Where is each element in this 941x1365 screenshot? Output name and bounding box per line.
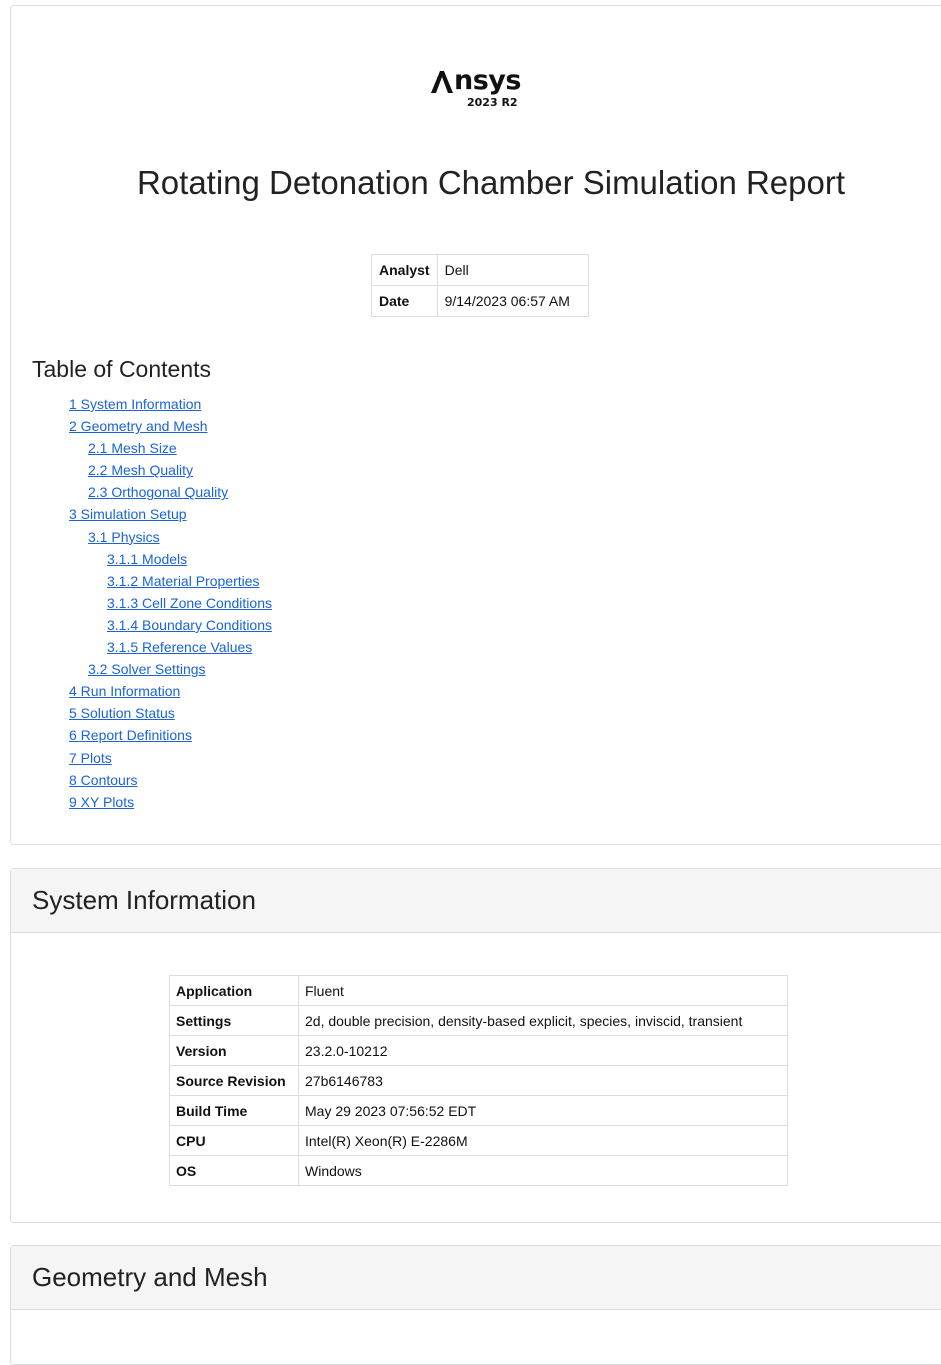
row-label: Version bbox=[169, 1035, 299, 1066]
table-row: Settings 2d, double precision, density-ba… bbox=[169, 1005, 788, 1036]
row-value: 2d, double precision, density-based expl… bbox=[298, 1005, 788, 1036]
table-row: CPU Intel(R) Xeon(R) E-2286M bbox=[169, 1125, 788, 1156]
toc-link[interactable]: 3.2 Solver Settings bbox=[69, 658, 272, 680]
row-label: Settings bbox=[169, 1005, 299, 1036]
ansys-logo: nsys 2023 R2 bbox=[431, 65, 541, 109]
toc-link[interactable]: 4 Run Information bbox=[69, 680, 272, 702]
table-row: Build Time May 29 2023 07:56:52 EDT bbox=[169, 1095, 788, 1126]
toc-link[interactable]: 3.1.2 Material Properties bbox=[69, 570, 272, 592]
ansys-a-glyph-icon bbox=[431, 71, 453, 93]
toc-link[interactable]: 3 Simulation Setup bbox=[69, 503, 272, 525]
row-value: 23.2.0-10212 bbox=[298, 1035, 788, 1066]
table-row: Source Revision 27b6146783 bbox=[169, 1065, 788, 1096]
row-label: Application bbox=[169, 975, 299, 1006]
report-title: Rotating Detonation Chamber Simulation R… bbox=[136, 164, 846, 201]
system-info-table: Application Fluent Settings 2d, double prec… bbox=[169, 975, 788, 1186]
toc-link[interactable]: 2 Geometry and Mesh bbox=[69, 415, 272, 437]
table-row: OS Windows bbox=[169, 1155, 788, 1186]
report-meta-table: Analyst Dell Date 9/14/2023 06:57 AM bbox=[371, 254, 589, 317]
row-value: 27b6146783 bbox=[298, 1065, 788, 1096]
toc-link[interactable]: 3.1.5 Reference Values bbox=[69, 636, 272, 658]
row-label: Source Revision bbox=[169, 1065, 299, 1096]
toc-link[interactable]: 6 Report Definitions bbox=[69, 724, 272, 746]
report-header-panel: nsys 2023 R2 Rotating Detonation Chamber… bbox=[10, 5, 941, 845]
row-value: Intel(R) Xeon(R) E-2286M bbox=[298, 1125, 788, 1156]
row-value: May 29 2023 07:56:52 EDT bbox=[298, 1095, 788, 1126]
toc-link[interactable]: 5 Solution Status bbox=[69, 702, 272, 724]
system-information-panel: System Information Application Fluent Sett… bbox=[10, 868, 941, 1223]
logo-brand-text: nsys bbox=[454, 65, 521, 96]
table-row: Version 23.2.0-10212 bbox=[169, 1035, 788, 1066]
toc-link[interactable]: 2.1 Mesh Size bbox=[69, 437, 272, 459]
row-value: Windows bbox=[298, 1155, 788, 1186]
row-label: CPU bbox=[169, 1125, 299, 1156]
meta-row: Analyst Dell bbox=[371, 254, 589, 286]
meta-label: Date bbox=[371, 285, 438, 317]
row-label: Build Time bbox=[169, 1095, 299, 1126]
table-row: Application Fluent bbox=[169, 975, 788, 1006]
row-label: OS bbox=[169, 1155, 299, 1186]
toc-link[interactable]: 1 System Information bbox=[69, 393, 272, 415]
table-of-contents: 1 System Information 2 Geometry and Mesh 2… bbox=[69, 393, 272, 813]
toc-title: Table of Contents bbox=[32, 356, 212, 382]
meta-value: Dell bbox=[436, 254, 589, 286]
section-heading: System Information bbox=[11, 869, 941, 933]
meta-label: Analyst bbox=[371, 254, 438, 286]
toc-link[interactable]: 3.1 Physics bbox=[69, 526, 272, 548]
meta-value: 9/14/2023 06:57 AM bbox=[436, 285, 589, 317]
toc-link[interactable]: 9 XY Plots bbox=[69, 791, 272, 813]
toc-link[interactable]: 2.3 Orthogonal Quality bbox=[69, 481, 272, 503]
toc-link[interactable]: 7 Plots bbox=[69, 747, 272, 769]
toc-link[interactable]: 2.2 Mesh Quality bbox=[69, 459, 272, 481]
toc-link[interactable]: 3.1.4 Boundary Conditions bbox=[69, 614, 272, 636]
section-heading: Geometry and Mesh bbox=[11, 1246, 941, 1310]
row-value: Fluent bbox=[298, 975, 788, 1006]
meta-row: Date 9/14/2023 06:57 AM bbox=[371, 285, 589, 317]
toc-link[interactable]: 8 Contours bbox=[69, 769, 272, 791]
logo-version: 2023 R2 bbox=[467, 96, 518, 109]
toc-link[interactable]: 3.1.3 Cell Zone Conditions bbox=[69, 592, 272, 614]
toc-link[interactable]: 3.1.1 Models bbox=[69, 548, 272, 570]
geometry-mesh-panel: Geometry and Mesh bbox=[10, 1245, 941, 1365]
